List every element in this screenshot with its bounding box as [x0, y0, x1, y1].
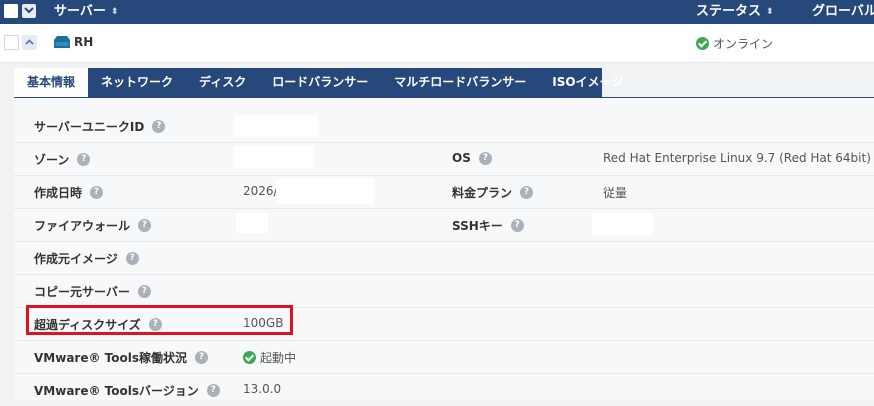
help-icon[interactable]: ? — [206, 384, 220, 397]
redacted-value — [276, 178, 374, 204]
plan-label: 料金プラン? — [452, 184, 534, 201]
redacted-value — [592, 213, 653, 235]
collapse-button[interactable] — [22, 35, 37, 50]
server-status: オンライン — [696, 35, 773, 52]
source-image-label: 作成元イメージ? — [34, 250, 139, 267]
os-value: Red Hat Enterprise Linux 9.7 (Red Hat 64… — [603, 151, 871, 165]
tab-iso-image[interactable]: ISOイメージ — [539, 68, 636, 97]
help-icon[interactable]: ? — [125, 252, 139, 265]
created-label: 作成日時? — [34, 184, 104, 201]
redacted-value — [234, 115, 318, 137]
detail-row-tools-version: VMware® Toolsバージョン? 13.0.0 — [14, 373, 874, 406]
server-list-header: サーバー ⬍ ステータス ⬍ グローバル — [0, 0, 874, 24]
column-header-server[interactable]: サーバー ⬍ — [54, 4, 118, 20]
tools-status-value: 起動中 — [243, 349, 296, 366]
bulk-action-dropdown[interactable] — [22, 4, 36, 18]
help-icon[interactable]: ? — [137, 285, 151, 298]
plan-value: 従量 — [603, 186, 628, 200]
detail-row-created: 作成日時? 2026/ 料金プラン? 従量 — [14, 175, 874, 209]
chevron-down-icon — [24, 7, 34, 14]
check-circle-icon — [243, 351, 256, 364]
firewall-label: ファイアウォール? — [34, 217, 152, 234]
help-icon[interactable]: ? — [510, 219, 524, 232]
tools-version-value: 13.0.0 — [243, 382, 282, 396]
tab-multi-load-balancer[interactable]: マルチロードバランサー — [381, 68, 539, 97]
column-header-status[interactable]: ステータス ⬍ — [696, 4, 774, 20]
help-icon[interactable]: ? — [194, 351, 208, 364]
detail-row-unique-id: サーバーユニークID? — [14, 109, 874, 143]
tools-version-label: VMware® Toolsバージョン? — [34, 382, 220, 399]
os-label: OS? — [452, 151, 492, 165]
unique-id-label: サーバーユニークID? — [34, 118, 166, 135]
sort-icon: ⬍ — [110, 7, 119, 17]
server-name: RH — [74, 35, 94, 49]
chevron-up-icon — [25, 39, 34, 45]
column-header-global[interactable]: グローバル — [812, 4, 874, 20]
server-icon — [54, 36, 70, 48]
detail-row-firewall: ファイアウォール? SSHキー? — [14, 208, 874, 242]
detail-tabs: 基本情報 ネットワーク ディスク ロードバランサー マルチロードバランサー IS… — [14, 68, 623, 97]
tools-status-label: VMware® Tools稼働状況? — [34, 349, 208, 366]
detail-row-copy-source: コピー元サーバー? — [14, 274, 874, 308]
help-icon[interactable]: ? — [520, 186, 534, 199]
redacted-value — [236, 213, 268, 233]
highlight-box — [26, 305, 293, 335]
redacted-value — [234, 146, 313, 168]
tab-load-balancer[interactable]: ロードバランサー — [259, 68, 381, 97]
check-circle-icon — [696, 37, 709, 50]
copy-source-label: コピー元サーバー? — [34, 283, 151, 300]
server-row-checkbox[interactable] — [4, 35, 19, 50]
detail-row-zone: ゾーン? OS? Red Hat Enterprise Linux 9.7 (R… — [14, 142, 874, 176]
created-value: 2026/ — [243, 184, 278, 198]
detail-row-tools-status: VMware® Tools稼働状況? 起動中 — [14, 340, 874, 374]
ssh-key-label: SSHキー? — [452, 217, 524, 234]
help-icon[interactable]: ? — [478, 151, 492, 165]
tab-basic-info[interactable]: 基本情報 — [14, 68, 89, 97]
zone-label: ゾーン? — [34, 151, 91, 168]
sort-icon: ⬍ — [766, 7, 774, 17]
tab-network[interactable]: ネットワーク — [88, 68, 186, 97]
help-icon[interactable]: ? — [138, 219, 152, 232]
tab-disk[interactable]: ディスク — [186, 68, 259, 97]
server-row[interactable]: RH オンライン — [0, 24, 874, 63]
help-icon[interactable]: ? — [152, 120, 166, 133]
select-all-checkbox[interactable] — [4, 4, 18, 18]
help-icon[interactable]: ? — [90, 186, 104, 199]
help-icon[interactable]: ? — [77, 153, 91, 166]
detail-row-source-image: 作成元イメージ? — [14, 241, 874, 275]
